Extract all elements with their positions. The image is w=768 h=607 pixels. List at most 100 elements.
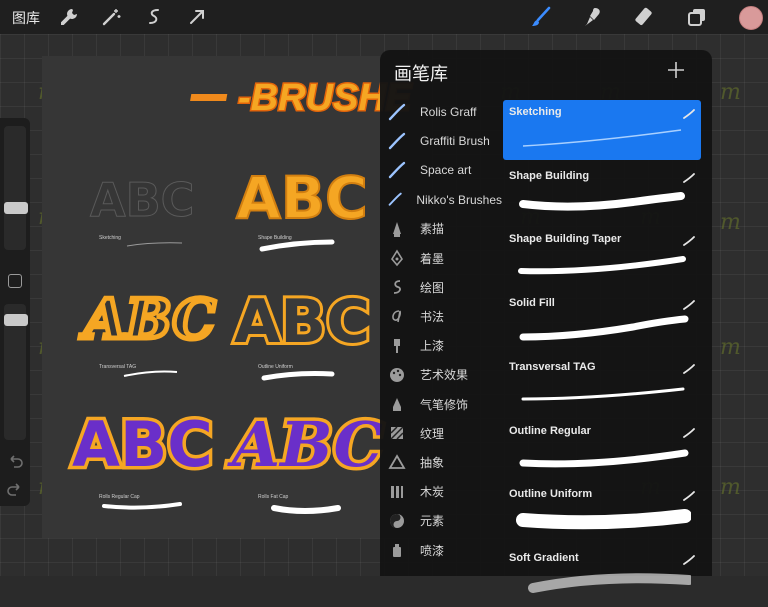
category-item[interactable]: 着墨 xyxy=(380,244,502,272)
category-item[interactable]: 绘图 xyxy=(380,273,502,301)
category-label: 喷漆 xyxy=(420,543,445,558)
brush-stroke-preview xyxy=(513,188,691,220)
category-item[interactable]: 书法 xyxy=(380,302,502,330)
category-label: 纹理 xyxy=(420,426,445,441)
brush-stroke-mini-icon xyxy=(683,106,695,119)
brush-stroke-mini-icon xyxy=(683,361,695,374)
transform-arrow-icon[interactable] xyxy=(186,6,208,28)
brush-name: Shape Building Taper xyxy=(509,233,622,246)
thumbnail-label-3: Transversal TAG xyxy=(99,364,136,370)
category-item[interactable]: Rolis Graff xyxy=(380,98,502,126)
spray-can-icon xyxy=(388,541,406,559)
category-label: Graffiti Brush xyxy=(420,134,490,149)
texture-icon xyxy=(388,424,406,442)
brush-item[interactable]: Outline Regular xyxy=(503,419,701,479)
watermark-glyph: m xyxy=(720,210,741,235)
brush-stroke-icon xyxy=(388,132,406,150)
thumbnail-art-6: ABC xyxy=(227,408,383,481)
airbrush-icon xyxy=(388,395,406,413)
category-item[interactable]: Space art xyxy=(380,156,502,184)
plus-icon[interactable] xyxy=(666,60,686,80)
category-label: Space art xyxy=(420,163,472,178)
category-item[interactable]: Graffiti Brush xyxy=(380,127,502,155)
category-label: Nikko's Brushes xyxy=(416,192,502,207)
brush-stroke-preview xyxy=(513,570,694,602)
brush-name: Outline Regular xyxy=(509,424,591,437)
watermark-glyph: m xyxy=(720,80,741,105)
gallery-button[interactable]: 图库 xyxy=(12,8,40,28)
category-item[interactable]: 抽象 xyxy=(380,448,502,476)
thumbnail-sketching: ABC Sketching xyxy=(90,173,195,247)
category-label: 素描 xyxy=(420,222,445,237)
thumbnail-label-5: Rolls Regular Cap xyxy=(99,494,140,500)
left-sidebar xyxy=(0,118,30,506)
thumbnail-outline-uniform: ABC Outline Uniform xyxy=(231,284,373,381)
category-label: 上漆 xyxy=(420,339,445,354)
color-swatch[interactable] xyxy=(739,6,763,30)
category-item[interactable]: 气笔修饰 xyxy=(380,390,502,418)
undo-icon[interactable] xyxy=(6,452,24,470)
charcoal-icon xyxy=(388,483,406,501)
thumbnail-transversal-tag: ABC Transversal TAG xyxy=(77,285,218,377)
smudge-icon[interactable] xyxy=(582,6,604,28)
category-item[interactable]: 上漆 xyxy=(380,332,502,360)
watermark-glyph: m xyxy=(720,475,741,500)
category-item[interactable]: 元素 xyxy=(380,507,502,535)
category-item[interactable]: Nikko's Brushes xyxy=(380,186,502,214)
brush-name: Transversal TAG xyxy=(509,360,596,373)
category-item[interactable]: 喷漆 xyxy=(380,536,502,564)
brush-item-selected[interactable]: Sketching xyxy=(503,100,701,160)
opacity-knob[interactable] xyxy=(4,314,28,326)
brush-item[interactable]: Solid Fill xyxy=(503,291,701,351)
brush-name: Shape Building xyxy=(509,169,590,182)
redo-icon[interactable] xyxy=(6,480,24,498)
thumbnail-art-3: ABC xyxy=(79,287,216,351)
brush-library-title: 画笔库 xyxy=(394,64,448,84)
category-item[interactable]: 纹理 xyxy=(380,419,502,447)
artwork-sheet[interactable]: -BRUSHE ABC Sketching ABC Shape Building… xyxy=(42,56,432,538)
brush-size-knob[interactable] xyxy=(4,202,28,214)
thumbnail-label-6: Rolls Fat Cap xyxy=(258,494,289,500)
brush-stroke-preview xyxy=(513,379,691,411)
layers-icon[interactable] xyxy=(686,6,708,28)
category-item[interactable]: 素描 xyxy=(380,215,502,243)
watermark-glyph: m xyxy=(720,335,741,360)
squiggle-icon xyxy=(388,278,406,296)
artwork-drawing: -BRUSHE ABC Sketching ABC Shape Building… xyxy=(69,76,414,514)
top-toolbar: 图库 xyxy=(0,0,768,34)
brush-item[interactable]: Transversal TAG xyxy=(503,355,701,415)
yin-yang-icon xyxy=(388,512,406,530)
eraser-icon[interactable] xyxy=(634,6,656,28)
category-label: 元素 xyxy=(420,514,445,529)
thumbnail-art-1: ABC xyxy=(90,173,194,227)
brush-stroke-icon xyxy=(388,161,406,179)
brush-stroke-icon xyxy=(388,191,402,209)
brush-icon[interactable] xyxy=(530,6,552,28)
thumbnail-shape-building: ABC Shape Building xyxy=(235,163,369,252)
brush-stroke-mini-icon xyxy=(683,170,695,183)
brush-stroke-preview xyxy=(513,124,691,156)
thumbnail-art-2: ABC xyxy=(236,164,368,232)
brush-stroke-icon xyxy=(388,103,406,121)
brush-name: Sketching xyxy=(509,106,562,118)
brush-item[interactable]: Outline Uniform xyxy=(503,482,701,542)
category-label: 气笔修饰 xyxy=(420,397,469,412)
category-label: 绘图 xyxy=(420,280,445,295)
opacity-slider[interactable] xyxy=(4,304,28,440)
wrench-icon[interactable] xyxy=(58,6,80,28)
category-item[interactable]: 木炭 xyxy=(380,478,502,506)
selection-icon[interactable] xyxy=(143,6,165,28)
brush-library-panel: 画笔库 Rolis Graff Graffiti Brush Space art Ni… xyxy=(380,50,712,593)
thumbnail-rolls-regular-cap: ABC Rolls Regular Cap xyxy=(69,405,216,510)
thumbnail-label-2: Shape Building xyxy=(258,235,292,241)
category-item[interactable]: 艺术效果 xyxy=(380,361,502,389)
brush-item[interactable]: Shape Building xyxy=(503,164,701,224)
ink-pen-icon xyxy=(388,249,406,267)
magic-wand-icon[interactable] xyxy=(100,6,122,28)
triangle-icon xyxy=(388,453,406,471)
modify-button[interactable] xyxy=(8,274,22,288)
thumbnail-rolls-fat-cap: ABC Rolls Fat Cap xyxy=(224,405,387,514)
brush-size-slider[interactable] xyxy=(4,126,28,250)
calligraphy-icon xyxy=(388,307,406,325)
brush-item[interactable]: Shape Building Taper xyxy=(503,227,701,287)
